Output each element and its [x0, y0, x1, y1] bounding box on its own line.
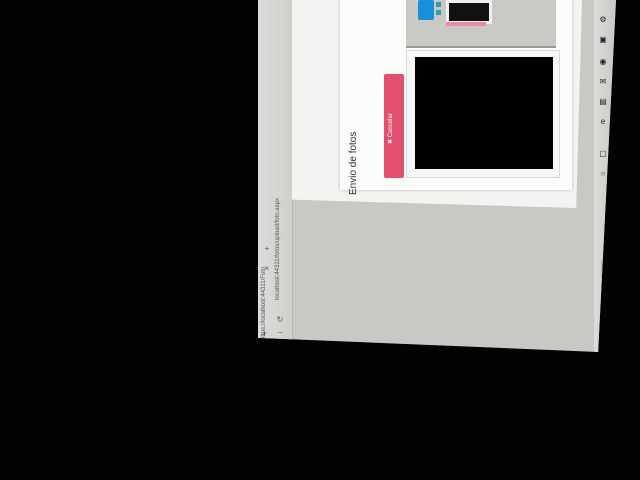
- photo-of-monitor: https://localhost:44311/Foto localhost:4…: [0, 0, 640, 480]
- thumbnail-image: [446, 0, 492, 24]
- browser-toolbar: https://localhost:44311/Foto localhost:4…: [258, 0, 293, 352]
- folder-icon[interactable]: ▤: [599, 98, 607, 106]
- checkbox-icon[interactable]: [436, 10, 441, 15]
- address-bar[interactable]: localhost:44311/fotos/upload/foto.aspx: [275, 198, 281, 300]
- preview-panel: [406, 0, 556, 48]
- primary-button[interactable]: [418, 0, 434, 20]
- chrome-icon[interactable]: ◉: [599, 58, 607, 66]
- forward-arrow-icon[interactable]: →: [276, 328, 284, 336]
- search-icon[interactable]: ○: [599, 170, 607, 178]
- taskbar-search-input[interactable]: Digite aqui para pesquisar: [601, 260, 607, 330]
- mail-icon[interactable]: ✉: [599, 78, 607, 86]
- screen: https://localhost:44311/Foto localhost:4…: [258, 0, 616, 352]
- page-content: Envio de fotos ✖ Cancelar: [292, 0, 582, 208]
- store-icon[interactable]: ▣: [599, 36, 607, 44]
- modal-title: Envio de fotos: [348, 131, 359, 195]
- checkbox-icon[interactable]: [436, 2, 441, 7]
- cancel-button-label: ✖ Cancelar: [388, 113, 394, 144]
- upload-modal: Envio de fotos ✖ Cancelar: [340, 0, 572, 195]
- plus-icon[interactable]: +: [263, 245, 271, 253]
- refresh-icon[interactable]: ↻: [276, 316, 284, 324]
- photo-preview-frame: [406, 50, 560, 178]
- settings-icon[interactable]: ⚙: [599, 16, 607, 24]
- close-icon[interactable]: ×: [263, 265, 271, 273]
- windows-taskbar: ⚙ ▣ ◉ ✉ ▤ e ▢ ○ Digite aqui para pesquis…: [594, 0, 616, 352]
- photo-preview-image: [415, 57, 553, 169]
- browser-logo-icon: ◐: [262, 329, 268, 338]
- back-arrow-icon[interactable]: ←: [276, 340, 284, 348]
- taskview-icon[interactable]: ▢: [599, 150, 607, 158]
- progress-bar: [446, 22, 486, 26]
- edge-icon[interactable]: e: [599, 118, 607, 126]
- cancel-button[interactable]: ✖ Cancelar: [384, 74, 404, 178]
